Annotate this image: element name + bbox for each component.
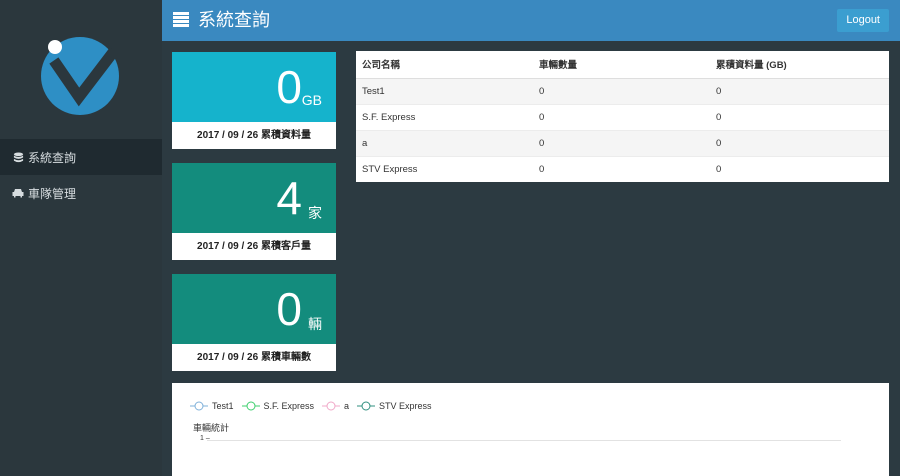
legend-marker-icon: [322, 401, 341, 411]
chart-y-axis-label: 車輛統計: [193, 423, 230, 433]
table-cell: 0: [533, 129, 710, 156]
table-cell: a: [356, 129, 533, 156]
table-cell: 0: [533, 103, 710, 130]
table-cell: 0: [533, 155, 710, 182]
table-cell: 0: [710, 155, 889, 182]
table-row: S.F. Express 0 0: [356, 103, 889, 130]
logout-button[interactable]: Logout: [837, 9, 889, 32]
column-header-data-volume: 累積資料量 (GB): [710, 51, 889, 79]
table-cell: 0: [533, 77, 710, 104]
chart-gridline: [207, 440, 841, 441]
sidebar-item-system-query[interactable]: 系統查詢: [0, 139, 162, 175]
stat-value: 0: [276, 61, 302, 113]
column-header-vehicle-count: 車輛數量: [533, 51, 710, 79]
sidebar-item-label: 系統查詢: [28, 150, 77, 165]
table-row: Test1 0 0: [356, 77, 889, 104]
legend-item-stv-express[interactable]: STV Express: [357, 401, 432, 411]
legend-marker-icon: [190, 401, 208, 411]
stat-unit: 輛: [308, 316, 322, 332]
table-cell: 0: [710, 77, 889, 104]
table-cell: Test1: [356, 77, 533, 104]
legend-label: a: [344, 401, 350, 411]
stat-caption: 2017 / 09 / 26 累積客戶量: [197, 241, 311, 252]
table-cell: S.F. Express: [356, 103, 533, 130]
stat-value: 0: [276, 283, 302, 335]
menu-icon[interactable]: [173, 12, 189, 28]
table-header-row: 公司名稱 車輛數量 累積資料量 (GB): [356, 51, 889, 79]
table-row: a 0 0: [356, 129, 889, 156]
table-cell: STV Express: [356, 155, 533, 182]
legend-item-sf-express[interactable]: S.F. Express: [241, 401, 315, 411]
stat-card-data-volume: 0 GB 2017 / 09 / 26 累積資料量: [172, 52, 336, 149]
legend-label: Test1: [212, 401, 234, 411]
stat-value: 4: [276, 172, 302, 224]
car-icon: [12, 187, 24, 199]
stat-caption: 2017 / 09 / 26 累積資料量: [197, 130, 311, 141]
stat-card-header: 4 家: [172, 163, 336, 233]
sidebar-item-label: 車隊管理: [28, 186, 77, 201]
database-icon: [12, 151, 24, 163]
legend-item-test1[interactable]: Test1: [190, 401, 234, 411]
stat-card-vehicles: 0 輛 2017 / 09 / 26 累積車輛數: [172, 274, 336, 371]
stat-card-header: 0 GB: [172, 52, 336, 122]
company-table: 公司名稱 車輛數量 累積資料量 (GB) Test1 0 0 S.F. Expr…: [356, 51, 889, 182]
chart-legend: Test1 S.F. Express a STV Express: [190, 401, 440, 411]
legend-marker-icon: [357, 401, 376, 411]
stat-card-header: 0 輛: [172, 274, 336, 344]
sidebar-item-fleet-management[interactable]: 車隊管理: [0, 175, 162, 211]
legend-marker-icon: [241, 401, 260, 411]
stat-unit: 家: [308, 205, 322, 221]
stat-caption: 2017 / 09 / 26 累積車輛數: [197, 352, 311, 363]
vehicle-chart: Test1 S.F. Express a STV Express 車輛統計 1 …: [172, 383, 889, 476]
legend-label: STV Express: [379, 401, 432, 411]
table-cell: 0: [710, 103, 889, 130]
top-bar: 系統查詢 Logout: [162, 0, 900, 41]
sidebar: 系統查詢 車隊管理: [0, 0, 162, 476]
legend-item-a[interactable]: a: [322, 401, 349, 411]
column-header-company: 公司名稱: [356, 51, 533, 79]
table-cell: 0: [710, 129, 889, 156]
page-title: 系統查詢: [198, 10, 270, 30]
logo-icon: [41, 37, 119, 115]
table-row: STV Express 0 0: [356, 155, 889, 182]
stat-unit: GB: [301, 92, 322, 108]
stat-card-customers: 4 家 2017 / 09 / 26 累積客戶量: [172, 163, 336, 260]
legend-label: S.F. Express: [263, 401, 315, 411]
